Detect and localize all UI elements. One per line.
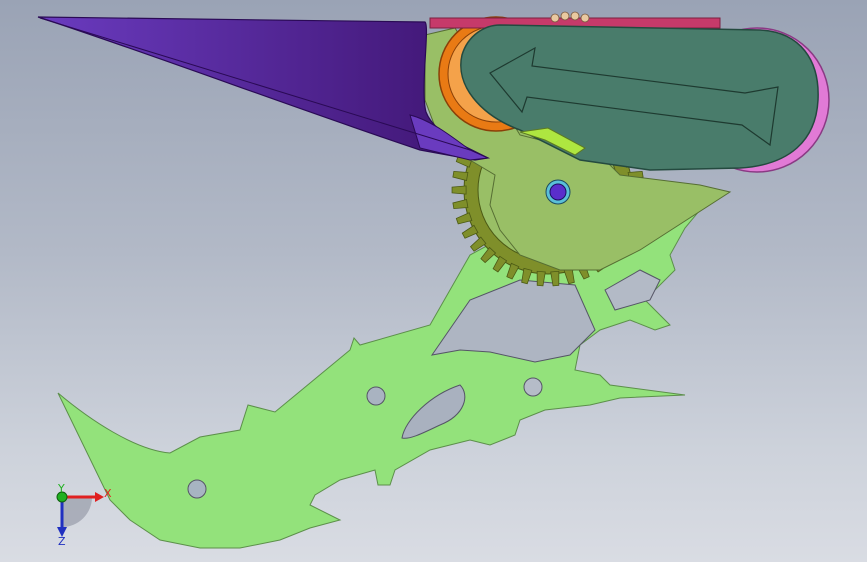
frame-hole [366, 386, 386, 406]
model-scene[interactable]: X Y Z [0, 0, 867, 562]
triad-shadow [62, 497, 92, 527]
gear-tooth [455, 212, 473, 225]
axis-triad[interactable]: X Y Z [56, 482, 112, 548]
frame-hole [523, 377, 543, 397]
y-axis-label: Y [57, 482, 65, 495]
pivot-pin-core [549, 183, 567, 201]
frame-hole [187, 479, 207, 499]
gear-tooth [452, 170, 469, 182]
z-axis-label: Z [58, 535, 66, 548]
cad-viewport[interactable]: X Y Z [0, 0, 867, 562]
gear-tooth [452, 198, 469, 210]
gear-tooth [451, 185, 467, 195]
x-axis-label: X [104, 487, 112, 500]
x-axis-arrow [95, 492, 104, 502]
